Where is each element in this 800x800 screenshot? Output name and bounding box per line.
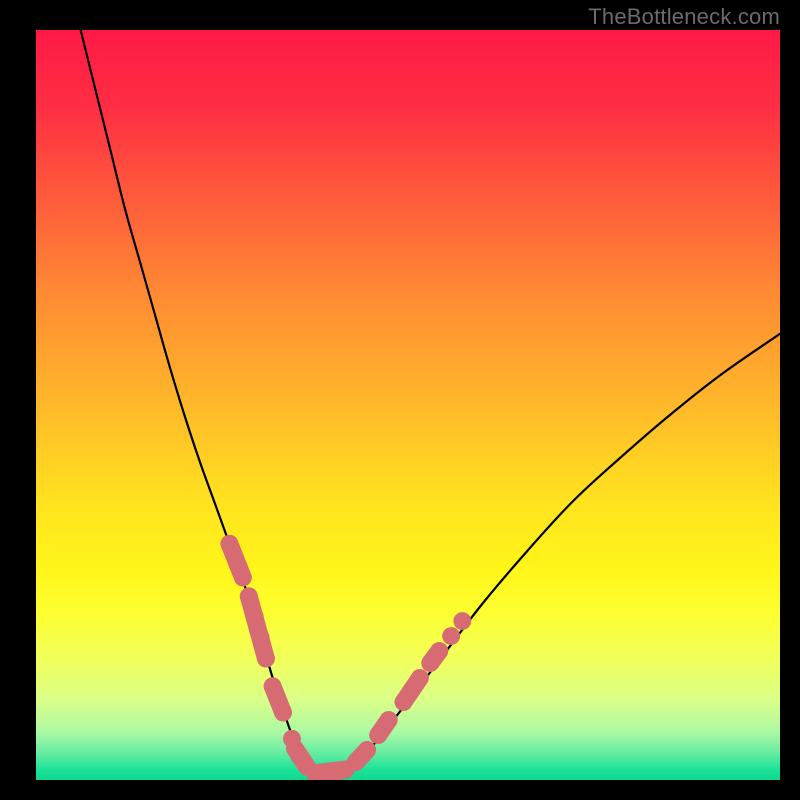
highlight-point: [264, 677, 282, 695]
highlight-points: [221, 535, 472, 780]
watermark-text: TheBottleneck.com: [588, 4, 780, 30]
highlight-point: [453, 612, 471, 630]
highlight-point: [246, 608, 264, 626]
highlight-pill: [249, 596, 266, 658]
highlight-point: [221, 535, 239, 553]
highlight-point: [369, 726, 387, 744]
curve-layer: [36, 30, 780, 780]
highlight-point: [274, 704, 292, 722]
highlight-point: [252, 629, 270, 647]
chart-stage: TheBottleneck.com: [0, 0, 800, 800]
highlight-point: [358, 741, 376, 759]
highlight-point: [411, 669, 429, 687]
highlight-point: [240, 587, 258, 605]
highlight-point: [430, 642, 448, 660]
highlight-point: [283, 730, 301, 748]
highlight-point: [234, 569, 252, 587]
highlight-point: [380, 711, 398, 729]
highlight-point: [257, 650, 275, 668]
highlight-point: [442, 627, 460, 645]
plot-area: [36, 30, 780, 780]
